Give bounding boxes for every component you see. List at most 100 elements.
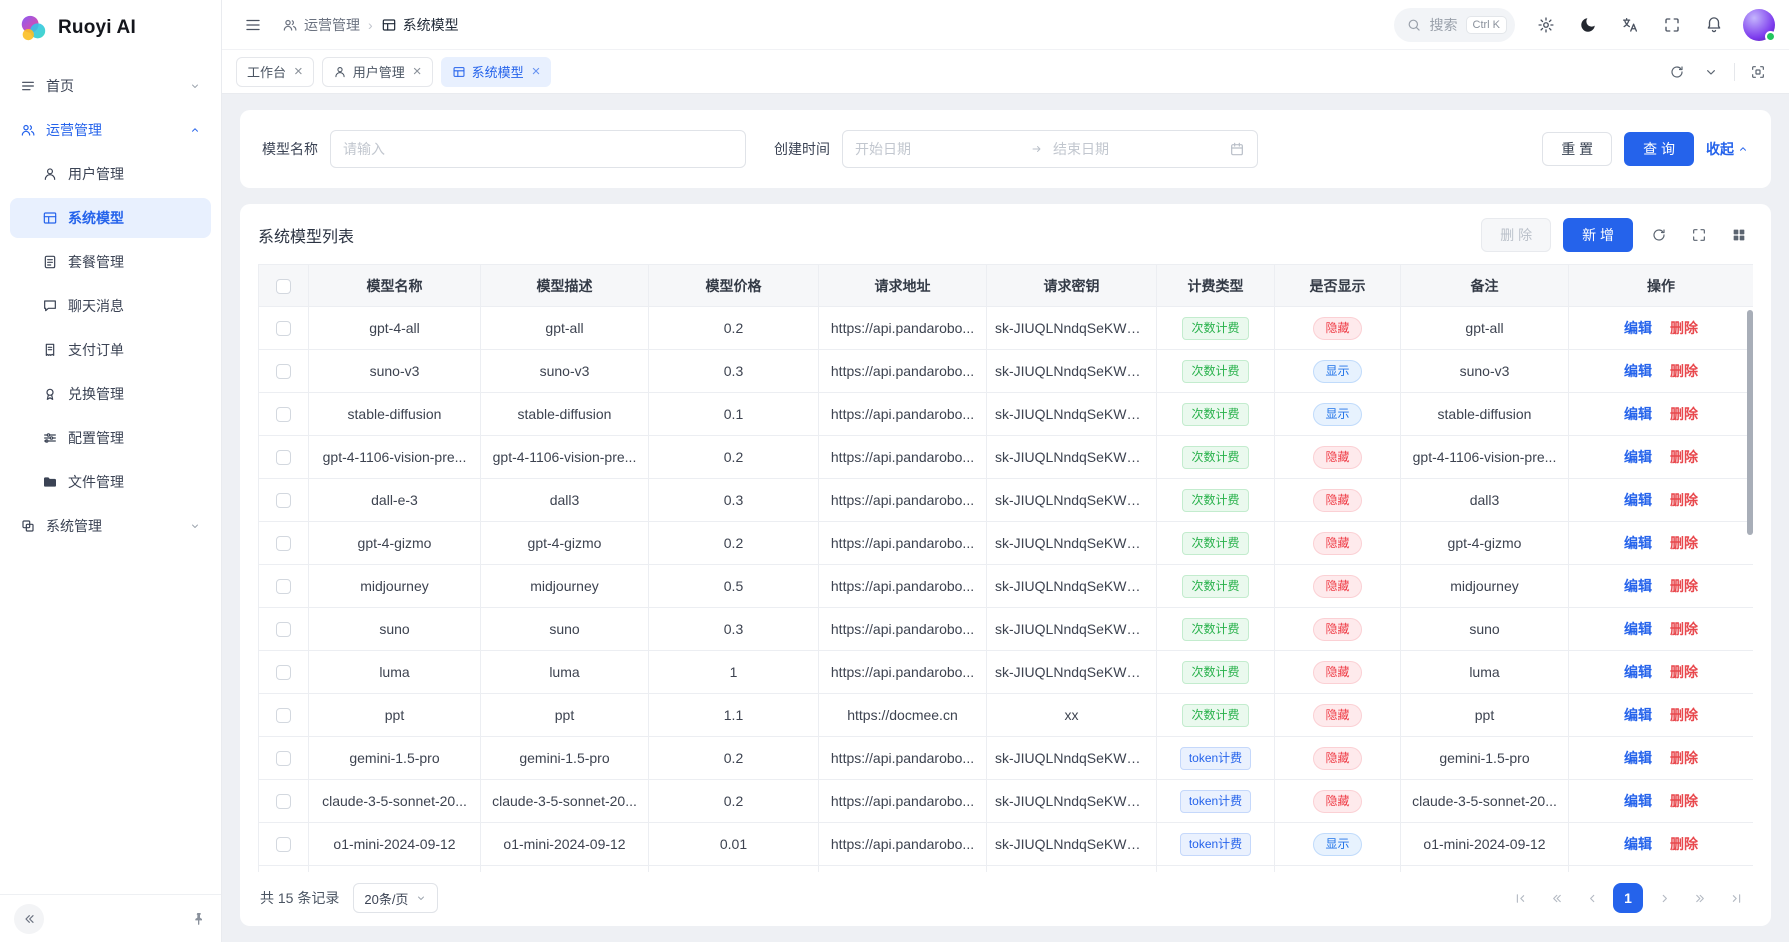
- row-checkbox[interactable]: [276, 536, 291, 551]
- delete-link[interactable]: 删除: [1670, 578, 1698, 594]
- batch-delete-button[interactable]: 删 除: [1481, 218, 1551, 252]
- tab-workbench[interactable]: 工作台 ×: [236, 57, 314, 87]
- model-name-input[interactable]: [330, 130, 746, 168]
- breadcrumb-item-system-model[interactable]: 系统模型: [381, 15, 459, 35]
- sidebar-item-home[interactable]: 首页: [10, 66, 211, 106]
- sidebar-item-user-management[interactable]: 用户管理: [10, 154, 211, 194]
- cell-visibility: 显示: [1275, 393, 1401, 436]
- delete-link[interactable]: 删除: [1670, 836, 1698, 852]
- row-checkbox[interactable]: [276, 837, 291, 852]
- add-button[interactable]: 新 增: [1563, 218, 1633, 252]
- date-range-picker[interactable]: 开始日期 结束日期: [842, 130, 1258, 168]
- edit-link[interactable]: 编辑: [1624, 836, 1652, 852]
- cell-actions: 编辑 删除: [1569, 522, 1754, 565]
- column-settings-button[interactable]: [1725, 221, 1753, 249]
- row-checkbox[interactable]: [276, 364, 291, 379]
- sidebar-item-chat-messages[interactable]: 聊天消息: [10, 286, 211, 326]
- tab-close-icon[interactable]: ×: [413, 64, 422, 79]
- sidebar-item-redeem-management[interactable]: 兑换管理: [10, 374, 211, 414]
- cell-billing-type: 次数计费: [1157, 694, 1275, 737]
- theme-toggle-button[interactable]: [1571, 8, 1605, 42]
- cell-request-url: https://api.pandarobo...: [819, 393, 987, 436]
- delete-link[interactable]: 删除: [1670, 449, 1698, 465]
- menu-icon: [244, 16, 262, 34]
- edit-link[interactable]: 编辑: [1624, 707, 1652, 723]
- sidebar-item-payment-orders[interactable]: 支付订单: [10, 330, 211, 370]
- last-page-button[interactable]: [1721, 883, 1751, 913]
- sidebar-item-system[interactable]: 系统管理: [10, 506, 211, 546]
- delete-link[interactable]: 删除: [1670, 320, 1698, 336]
- row-checkbox[interactable]: [276, 321, 291, 336]
- prev-page-button[interactable]: [1577, 883, 1607, 913]
- reset-button[interactable]: 重 置: [1542, 132, 1612, 166]
- page-size-select[interactable]: 20条/页: [353, 883, 438, 913]
- sidebar-collapse-button[interactable]: [14, 904, 44, 934]
- delete-link[interactable]: 删除: [1670, 707, 1698, 723]
- row-checkbox[interactable]: [276, 579, 291, 594]
- global-search[interactable]: 搜索 Ctrl K: [1394, 8, 1516, 42]
- delete-link[interactable]: 删除: [1670, 535, 1698, 551]
- edit-link[interactable]: 编辑: [1624, 621, 1652, 637]
- next-page-button[interactable]: [1649, 883, 1679, 913]
- tab-system-model[interactable]: 系统模型 ×: [441, 57, 552, 87]
- delete-link[interactable]: 删除: [1670, 621, 1698, 637]
- edit-link[interactable]: 编辑: [1624, 363, 1652, 379]
- row-checkbox[interactable]: [276, 794, 291, 809]
- sidebar-item-file-management[interactable]: 文件管理: [10, 462, 211, 502]
- refresh-page-button[interactable]: [1660, 57, 1694, 87]
- row-checkbox[interactable]: [276, 708, 291, 723]
- pin-icon[interactable]: [191, 911, 207, 927]
- fullscreen-button[interactable]: [1655, 8, 1689, 42]
- edit-link[interactable]: 编辑: [1624, 750, 1652, 766]
- edit-link[interactable]: 编辑: [1624, 664, 1652, 680]
- row-checkbox[interactable]: [276, 493, 291, 508]
- table-refresh-button[interactable]: [1645, 221, 1673, 249]
- delete-link[interactable]: 删除: [1670, 363, 1698, 379]
- first-page-button[interactable]: [1505, 883, 1535, 913]
- edit-link[interactable]: 编辑: [1624, 793, 1652, 809]
- table-fullscreen-button[interactable]: [1685, 221, 1713, 249]
- sidebar-item-system-model[interactable]: 系统模型: [10, 198, 211, 238]
- tab-menu-button[interactable]: [1694, 57, 1728, 87]
- edit-link[interactable]: 编辑: [1624, 578, 1652, 594]
- delete-link[interactable]: 删除: [1670, 750, 1698, 766]
- sidebar-item-operations[interactable]: 运营管理: [10, 110, 211, 150]
- tab-close-icon[interactable]: ×: [294, 64, 303, 79]
- collapse-filter-link[interactable]: 收起: [1706, 139, 1749, 159]
- page-1-button[interactable]: 1: [1613, 883, 1643, 913]
- settings-button[interactable]: [1529, 8, 1563, 42]
- cell-model-price: 0.2: [649, 307, 819, 350]
- table-scrollbar[interactable]: [1747, 310, 1753, 535]
- row-checkbox[interactable]: [276, 665, 291, 680]
- breadcrumb-item-operations[interactable]: 运营管理: [282, 15, 360, 35]
- next-pages-button[interactable]: [1685, 883, 1715, 913]
- delete-link[interactable]: 删除: [1670, 664, 1698, 680]
- language-button[interactable]: [1613, 8, 1647, 42]
- user-avatar[interactable]: [1743, 9, 1775, 41]
- sidebar-item-package-management[interactable]: 套餐管理: [10, 242, 211, 282]
- sidebar-toggle-button[interactable]: [236, 8, 270, 42]
- delete-link[interactable]: 删除: [1670, 492, 1698, 508]
- calendar-icon: [1229, 141, 1245, 157]
- prev-pages-button[interactable]: [1541, 883, 1571, 913]
- edit-link[interactable]: 编辑: [1624, 320, 1652, 336]
- sidebar-item-config-management[interactable]: 配置管理: [10, 418, 211, 458]
- row-checkbox[interactable]: [276, 751, 291, 766]
- delete-link[interactable]: 删除: [1670, 406, 1698, 422]
- query-button[interactable]: 查 询: [1624, 132, 1694, 166]
- tab-user-management[interactable]: 用户管理 ×: [322, 57, 433, 87]
- edit-link[interactable]: 编辑: [1624, 492, 1652, 508]
- edit-link[interactable]: 编辑: [1624, 406, 1652, 422]
- notifications-button[interactable]: [1697, 8, 1731, 42]
- delete-link[interactable]: 删除: [1670, 793, 1698, 809]
- row-checkbox[interactable]: [276, 450, 291, 465]
- content-fullscreen-button[interactable]: [1741, 57, 1775, 87]
- select-all-checkbox[interactable]: [276, 279, 291, 294]
- row-checkbox[interactable]: [276, 407, 291, 422]
- cell-request-key: sk-JIUQLNndqSeKWU...: [987, 608, 1157, 651]
- edit-link[interactable]: 编辑: [1624, 449, 1652, 465]
- row-checkbox[interactable]: [276, 622, 291, 637]
- app-logo[interactable]: Ruoyi AI: [0, 0, 221, 56]
- edit-link[interactable]: 编辑: [1624, 535, 1652, 551]
- tab-close-icon[interactable]: ×: [532, 64, 541, 79]
